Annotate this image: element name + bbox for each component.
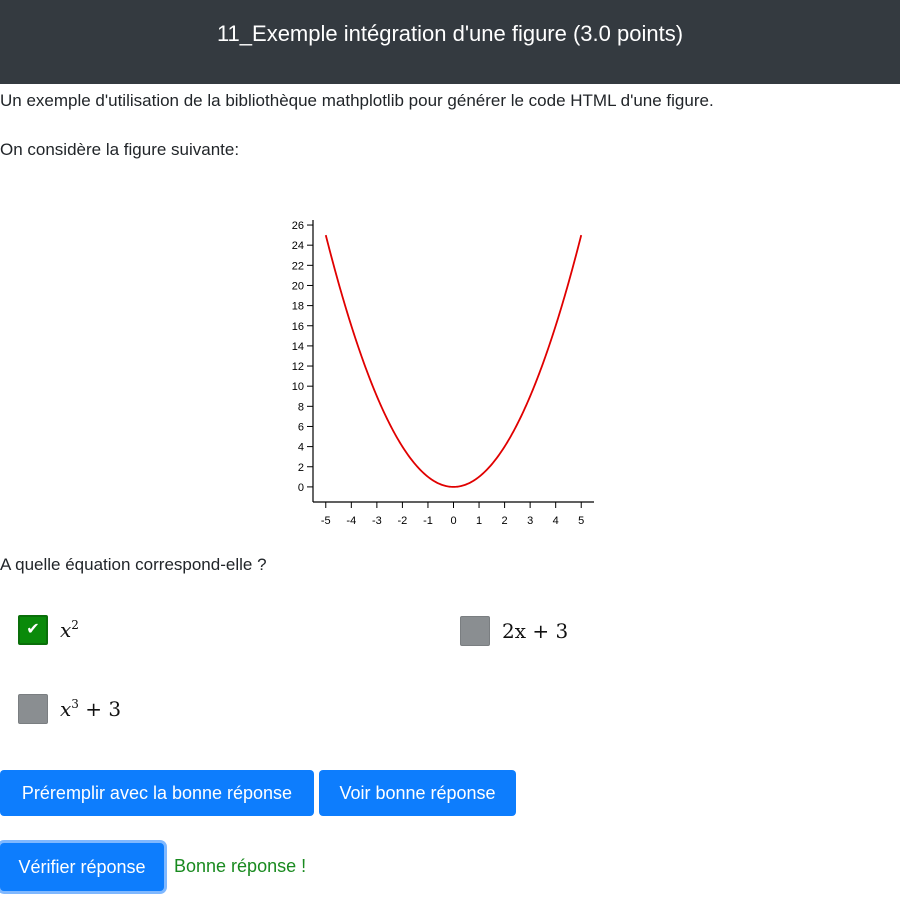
- x-tick-label: -5: [321, 515, 331, 527]
- question-text: A quelle équation correspond-elle ?: [0, 555, 267, 574]
- prefill-answer-button[interactable]: Préremplir avec la bonne réponse: [0, 770, 314, 816]
- option-checkbox[interactable]: [460, 616, 490, 646]
- x-tick-label: 4: [553, 515, 559, 527]
- option-x-cubed-plus-3[interactable]: x3 + 3: [18, 694, 121, 724]
- option-label: x2: [60, 618, 79, 642]
- x-tick-label: -2: [398, 515, 408, 527]
- option-x-squared[interactable]: ✔ x2: [18, 615, 79, 645]
- x-tick-label: -4: [346, 515, 356, 527]
- y-tick-label: 26: [292, 220, 304, 232]
- y-tick-label: 10: [292, 381, 304, 393]
- option-label: x3 + 3: [60, 697, 121, 721]
- x-tick-label: 0: [450, 515, 456, 527]
- intro-text: Un exemple d'utilisation de la bibliothè…: [0, 91, 714, 110]
- page-header: 11_Exemple intégration d'une figure (3.0…: [0, 0, 900, 84]
- x-tick-label: 5: [578, 515, 584, 527]
- x-tick-label: 1: [476, 515, 482, 527]
- y-tick-label: 22: [292, 260, 304, 272]
- y-tick-label: 14: [292, 341, 304, 353]
- y-tick-label: 24: [292, 240, 304, 252]
- option-math-base: x: [60, 618, 72, 642]
- x-tick-label: -1: [423, 515, 433, 527]
- parabola-chart: 02468101214161820222426-5 -4 -3 -2 -1 0 1 2 3 4 5: [292, 220, 594, 527]
- option-math-base: x: [60, 697, 72, 721]
- y-tick-label: 2: [298, 462, 304, 474]
- show-answer-button[interactable]: Voir bonne réponse: [319, 770, 516, 816]
- y-tick-label: 16: [292, 321, 304, 333]
- y-tick-label: 4: [298, 442, 304, 454]
- option-math-sup: 3: [71, 697, 79, 711]
- option-checkbox[interactable]: [18, 694, 48, 724]
- y-tick-label: 12: [292, 361, 304, 373]
- y-tick-label: 0: [298, 482, 304, 494]
- option-math-tail: + 3: [78, 697, 122, 721]
- option-checkbox-checked[interactable]: ✔: [18, 615, 48, 645]
- x-tick-label: 2: [502, 515, 508, 527]
- y-tick-label: 6: [298, 421, 304, 433]
- y-tick-label: 20: [292, 280, 304, 292]
- option-2x-plus-3[interactable]: 2x + 3: [460, 616, 568, 646]
- verify-answer-button[interactable]: Vérifier réponse: [0, 843, 164, 891]
- feedback-message: Bonne réponse !: [174, 856, 307, 876]
- option-math-sup: 2: [71, 618, 79, 632]
- x-tick-label: -3: [372, 515, 382, 527]
- page-title: 11_Exemple intégration d'une figure (3.0…: [216, 21, 684, 46]
- figure: 0 2 4 6 8 10 12 14 16 18 20 22 24 26 -5 -4 -3 -2 -1 0 1 2 3 4 5: [270, 212, 610, 538]
- option-math-expr: 2x + 3: [502, 619, 569, 643]
- option-label: 2x + 3: [502, 619, 568, 643]
- x-tick-label: 3: [527, 515, 533, 527]
- series-line: [324, 234, 583, 488]
- y-tick-label: 8: [298, 401, 304, 413]
- check-icon: ✔: [26, 621, 40, 638]
- prompt-text: On considère la figure suivante:: [0, 140, 240, 159]
- y-tick-label: 18: [292, 301, 304, 313]
